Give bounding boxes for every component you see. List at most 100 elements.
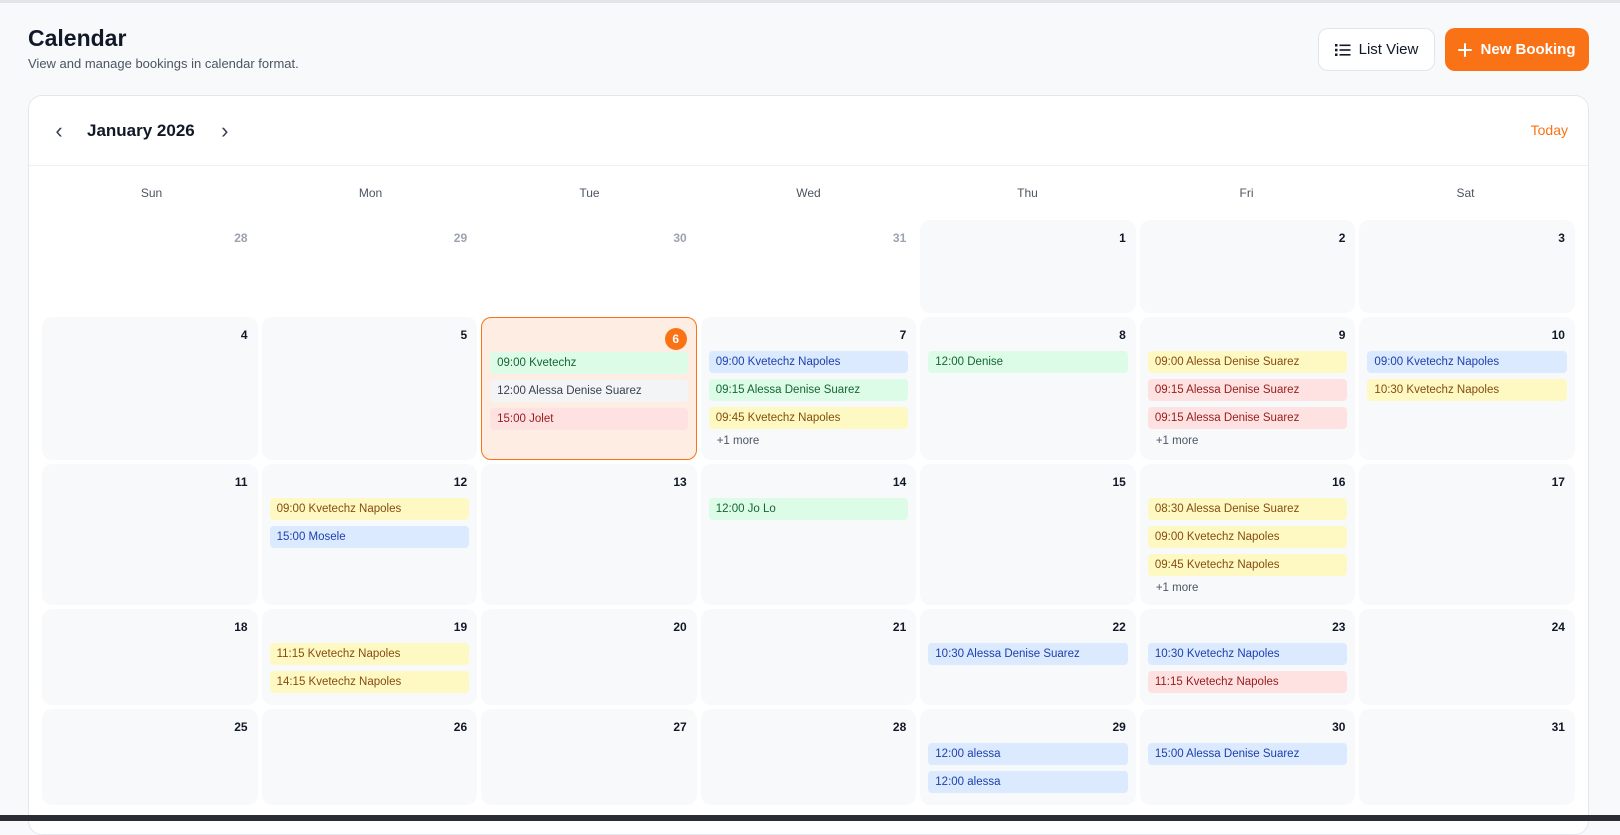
day-number: 26 xyxy=(453,720,468,734)
day-cell[interactable]: 8 12:00 Denise xyxy=(920,317,1136,460)
booking-event[interactable]: 12:00 Jo Lo xyxy=(708,498,909,520)
day-number: 27 xyxy=(673,720,687,734)
booking-event[interactable]: 09:00 Kvetechz Napoles xyxy=(1147,526,1348,548)
day-cell[interactable]: 20 xyxy=(481,609,697,705)
day-cell[interactable]: 24 xyxy=(1359,609,1575,705)
day-number: 31 xyxy=(1551,720,1565,734)
booking-event[interactable]: 09:15 Alessa Denise Suarez xyxy=(1147,407,1348,429)
booking-event[interactable]: 09:00 Alessa Denise Suarez xyxy=(1147,351,1348,373)
day-cell[interactable]: 5 xyxy=(261,317,478,460)
booking-event[interactable]: 09:15 Alessa Denise Suarez xyxy=(1147,379,1348,401)
day-cell[interactable]: 26 xyxy=(261,709,478,805)
day-cell[interactable]: 11 xyxy=(42,464,258,605)
page-subtitle: View and manage bookings in calendar for… xyxy=(28,56,299,71)
booking-event[interactable]: 09:00 Kvetechz Napoles xyxy=(708,351,909,373)
day-number: 7 xyxy=(899,328,907,342)
day-cell[interactable]: 30 xyxy=(481,220,697,313)
day-cell[interactable]: 29 12:00 alessa 12:00 alessa xyxy=(920,709,1136,805)
day-cell[interactable]: 9 09:00 Alessa Denise Suarez 09:15 Alessa … xyxy=(1139,317,1356,460)
day-cell[interactable]: 10 09:00 Kvetechz Napoles 10:30 Kvetechz N… xyxy=(1359,317,1575,460)
day-cell[interactable]: 3 xyxy=(1359,220,1575,313)
booking-event[interactable]: 15:00 Mosele xyxy=(269,526,470,548)
day-number: 6 xyxy=(664,328,687,350)
page-title: Calendar xyxy=(28,25,127,51)
booking-event[interactable]: 09:00 Kvetechz Napoles xyxy=(1367,351,1567,373)
day-cell[interactable]: 4 xyxy=(42,317,258,460)
booking-event[interactable]: 11:15 Kvetechz Napoles xyxy=(1147,671,1348,693)
day-cell[interactable]: 15 xyxy=(920,464,1136,605)
day-cell-today[interactable]: 6 09:00 Kvetechz 12:00 Alessa Denise Suare… xyxy=(481,317,697,460)
day-cell[interactable]: 30 15:00 Alessa Denise Suarez xyxy=(1139,709,1356,805)
day-cell[interactable]: 14 12:00 Jo Lo xyxy=(700,464,917,605)
day-number: 8 xyxy=(1119,328,1126,342)
day-cell[interactable]: 17 xyxy=(1359,464,1575,605)
day-number: 29 xyxy=(453,231,468,245)
day-cell[interactable]: 31 xyxy=(700,220,917,313)
bottom-bar xyxy=(0,815,1620,821)
day-cell[interactable]: 23 10:30 Kvetechz Napoles 11:15 Kvetechz N… xyxy=(1139,609,1356,705)
booking-event[interactable]: 12:00 alessa xyxy=(928,743,1128,765)
day-cell[interactable]: 31 xyxy=(1359,709,1575,805)
day-cell[interactable]: 28 xyxy=(700,709,917,805)
booking-event[interactable]: 15:00 Jolet xyxy=(490,408,688,430)
day-cell[interactable]: 18 xyxy=(42,609,258,705)
booking-event[interactable]: 09:15 Alessa Denise Suarez xyxy=(708,379,909,401)
weekday-wed: Wed xyxy=(796,186,821,200)
more-events-link[interactable]: +1 more xyxy=(709,435,909,447)
booking-event[interactable]: 14:15 Kvetechz Napoles xyxy=(269,671,470,693)
list-view-button[interactable]: List View xyxy=(1318,28,1435,71)
day-cell[interactable]: 27 xyxy=(481,709,697,805)
weekday-mon: Mon xyxy=(358,186,383,200)
new-booking-button[interactable]: New Booking xyxy=(1445,28,1589,71)
booking-event[interactable]: 12:00 alessa xyxy=(928,771,1128,793)
day-number: 18 xyxy=(234,620,248,634)
booking-event[interactable]: 15:00 Alessa Denise Suarez xyxy=(1147,743,1348,765)
booking-event[interactable]: 09:00 Kvetechz Napoles xyxy=(269,498,470,520)
day-number: 5 xyxy=(460,328,468,342)
weekday-thu: Thu xyxy=(1017,186,1038,200)
day-cell[interactable]: 29 xyxy=(261,220,478,313)
calendar-card: ‹ January 2026 › Today Sun Mon Tue Wed Thu Fr… xyxy=(28,95,1589,835)
day-number: 24 xyxy=(1551,620,1565,634)
day-cell[interactable]: 16 08:30 Alessa Denise Suarez 09:00 Kvetec… xyxy=(1139,464,1356,605)
calendar-grid: 28 29 30 31 1 2 3 4 5 6 09:00 Kvetechz 12:00 Alessa… xyxy=(29,220,1588,805)
booking-event[interactable]: 12:00 Alessa Denise Suarez xyxy=(490,380,688,402)
new-booking-label: New Booking xyxy=(1480,41,1576,58)
booking-event[interactable]: 11:15 Kvetechz Napoles xyxy=(269,643,470,665)
day-cell[interactable]: 19 11:15 Kvetechz Napoles 14:15 Kvetechz N… xyxy=(261,609,478,705)
booking-event[interactable]: 10:30 Kvetechz Napoles xyxy=(1367,379,1567,401)
day-cell[interactable]: 7 09:00 Kvetechz Napoles 09:15 Alessa Deni… xyxy=(700,317,917,460)
prev-month-button[interactable]: ‹ xyxy=(49,118,69,144)
day-number: 4 xyxy=(240,328,248,342)
today-button[interactable]: Today xyxy=(1531,122,1568,138)
booking-event[interactable]: 10:30 Kvetechz Napoles xyxy=(1147,643,1348,665)
day-number: 29 xyxy=(1112,720,1126,734)
booking-event[interactable]: 08:30 Alessa Denise Suarez xyxy=(1147,498,1348,520)
month-label: January 2026 xyxy=(87,120,195,140)
weekday-sat: Sat xyxy=(1456,186,1475,200)
more-events-link[interactable]: +1 more xyxy=(1148,435,1348,447)
day-number: 30 xyxy=(673,231,687,245)
booking-event[interactable]: 09:45 Kvetechz Napoles xyxy=(708,407,909,429)
day-cell[interactable]: 21 xyxy=(700,609,917,705)
booking-event[interactable]: 10:30 Alessa Denise Suarez xyxy=(928,643,1128,665)
list-view-label: List View xyxy=(1358,41,1419,58)
day-number: 28 xyxy=(234,231,248,245)
plus-icon xyxy=(1458,42,1473,57)
day-cell[interactable]: 25 xyxy=(42,709,258,805)
booking-event[interactable]: 09:45 Kvetechz Napoles xyxy=(1147,554,1348,576)
day-cell[interactable]: 2 xyxy=(1139,220,1356,313)
day-number: 25 xyxy=(234,720,248,734)
day-cell[interactable]: 22 10:30 Alessa Denise Suarez xyxy=(920,609,1136,705)
day-cell[interactable]: 12 09:00 Kvetechz Napoles 15:00 Mosele xyxy=(261,464,478,605)
next-month-button[interactable]: › xyxy=(215,118,235,144)
day-cell[interactable]: 28 xyxy=(42,220,258,313)
booking-event[interactable]: 09:00 Kvetechz xyxy=(490,352,688,374)
day-cell[interactable]: 1 xyxy=(920,220,1136,313)
more-events-link[interactable]: +1 more xyxy=(1148,582,1348,594)
day-cell[interactable]: 13 xyxy=(481,464,697,605)
day-number: 30 xyxy=(1332,720,1346,734)
booking-event[interactable]: 12:00 Denise xyxy=(928,351,1128,373)
day-number: 31 xyxy=(892,231,907,245)
day-number: 13 xyxy=(673,475,687,489)
